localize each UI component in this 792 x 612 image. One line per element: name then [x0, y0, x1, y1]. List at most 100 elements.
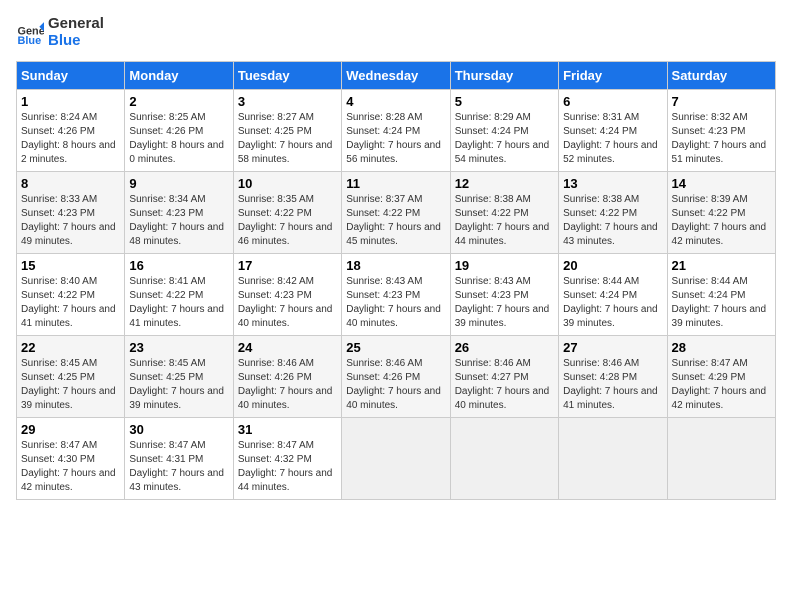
day-cell-19: 19 Sunrise: 8:43 AMSunset: 4:23 PMDayligh… — [450, 254, 558, 336]
header-sunday: Sunday — [17, 62, 125, 90]
day-cell-22: 22 Sunrise: 8:45 AMSunset: 4:25 PMDayligh… — [17, 336, 125, 418]
calendar-week-4: 22 Sunrise: 8:45 AMSunset: 4:25 PMDayligh… — [17, 336, 776, 418]
day-cell-3: 3Sunrise: 8:27 AMSunset: 4:25 PMDaylight… — [233, 90, 341, 172]
day-cell-29: 29Sunrise: 8:47 AMSunset: 4:30 PMDayligh… — [17, 418, 125, 500]
day-number: 4 — [346, 94, 445, 109]
empty-cell — [342, 418, 450, 500]
calendar-header-row: SundayMondayTuesdayWednesdayThursdayFrid… — [17, 62, 776, 90]
day-info: Sunrise: 8:25 AMSunset: 4:26 PMDaylight:… — [129, 111, 228, 167]
day-info: Sunrise: 8:46 AMSunset: 4:27 PMDaylight:… — [455, 357, 554, 413]
day-number: 13 — [563, 176, 662, 191]
day-number: 30 — [129, 422, 228, 437]
day-cell-6: 6 Sunrise: 8:31 AMSunset: 4:24 PMDaylight… — [559, 90, 667, 172]
day-info: Sunrise: 8:35 AMSunset: 4:22 PMDaylight:… — [238, 193, 337, 249]
logo: General Blue General Blue — [16, 16, 104, 49]
page-header: General Blue General Blue — [16, 16, 776, 49]
day-cell-20: 20Sunrise: 8:44 AMSunset: 4:24 PMDayligh… — [559, 254, 667, 336]
day-number: 24 — [238, 340, 337, 355]
day-number: 25 — [346, 340, 445, 355]
day-number: 31 — [238, 422, 337, 437]
day-info: Sunrise: 8:47 AMSunset: 4:29 PMDaylight:… — [672, 357, 771, 413]
empty-cell — [450, 418, 558, 500]
day-info: Sunrise: 8:37 AMSunset: 4:22 PMDaylight:… — [346, 193, 445, 249]
header-thursday: Thursday — [450, 62, 558, 90]
header-saturday: Saturday — [667, 62, 775, 90]
day-number: 20 — [563, 258, 662, 273]
day-info: Sunrise: 8:43 AMSunset: 4:23 PMDaylight:… — [455, 275, 554, 331]
header-tuesday: Tuesday — [233, 62, 341, 90]
day-info: Sunrise: 8:29 AMSunset: 4:24 PMDaylight:… — [455, 111, 554, 167]
day-cell-26: 26 Sunrise: 8:46 AMSunset: 4:27 PMDayligh… — [450, 336, 558, 418]
day-cell-30: 30Sunrise: 8:47 AMSunset: 4:31 PMDayligh… — [125, 418, 233, 500]
day-info: Sunrise: 8:47 AMSunset: 4:30 PMDaylight:… — [21, 439, 120, 495]
day-info: Sunrise: 8:31 AMSunset: 4:24 PMDaylight:… — [563, 111, 662, 167]
day-cell-15: 15 Sunrise: 8:40 AMSunset: 4:22 PMDayligh… — [17, 254, 125, 336]
day-number: 1 — [21, 94, 120, 109]
day-info: Sunrise: 8:45 AMSunset: 4:25 PMDaylight:… — [21, 357, 120, 413]
logo-blue: Blue — [48, 33, 104, 50]
logo-general: General — [48, 16, 104, 33]
day-info: Sunrise: 8:46 AMSunset: 4:26 PMDaylight:… — [238, 357, 337, 413]
day-cell-13: 13 Sunrise: 8:38 AMSunset: 4:22 PMDayligh… — [559, 172, 667, 254]
day-info: Sunrise: 8:46 AMSunset: 4:28 PMDaylight:… — [563, 357, 662, 413]
day-number: 9 — [129, 176, 228, 191]
day-info: Sunrise: 8:38 AMSunset: 4:22 PMDaylight:… — [455, 193, 554, 249]
day-number: 16 — [129, 258, 228, 273]
header-friday: Friday — [559, 62, 667, 90]
day-cell-24: 24 Sunrise: 8:46 AMSunset: 4:26 PMDayligh… — [233, 336, 341, 418]
day-number: 17 — [238, 258, 337, 273]
day-number: 28 — [672, 340, 771, 355]
day-info: Sunrise: 8:45 AMSunset: 4:25 PMDaylight:… — [129, 357, 228, 413]
day-info: Sunrise: 8:33 AMSunset: 4:23 PMDaylight:… — [21, 193, 120, 249]
day-info: Sunrise: 8:46 AMSunset: 4:26 PMDaylight:… — [346, 357, 445, 413]
empty-cell — [667, 418, 775, 500]
day-info: Sunrise: 8:38 AMSunset: 4:22 PMDaylight:… — [563, 193, 662, 249]
day-info: Sunrise: 8:43 AMSunset: 4:23 PMDaylight:… — [346, 275, 445, 331]
day-info: Sunrise: 8:42 AMSunset: 4:23 PMDaylight:… — [238, 275, 337, 331]
day-number: 23 — [129, 340, 228, 355]
day-info: Sunrise: 8:24 AMSunset: 4:26 PMDaylight:… — [21, 111, 120, 167]
day-cell-10: 10Sunrise: 8:35 AMSunset: 4:22 PMDayligh… — [233, 172, 341, 254]
logo-icon: General Blue — [16, 19, 44, 47]
day-info: Sunrise: 8:41 AMSunset: 4:22 PMDaylight:… — [129, 275, 228, 331]
day-cell-11: 11Sunrise: 8:37 AMSunset: 4:22 PMDayligh… — [342, 172, 450, 254]
day-info: Sunrise: 8:40 AMSunset: 4:22 PMDaylight:… — [21, 275, 120, 331]
day-cell-17: 17 Sunrise: 8:42 AMSunset: 4:23 PMDayligh… — [233, 254, 341, 336]
calendar-week-3: 15 Sunrise: 8:40 AMSunset: 4:22 PMDayligh… — [17, 254, 776, 336]
day-cell-25: 25 Sunrise: 8:46 AMSunset: 4:26 PMDayligh… — [342, 336, 450, 418]
day-cell-7: 7 Sunrise: 8:32 AMSunset: 4:23 PMDaylight… — [667, 90, 775, 172]
day-number: 8 — [21, 176, 120, 191]
day-number: 19 — [455, 258, 554, 273]
day-number: 12 — [455, 176, 554, 191]
day-cell-14: 14Sunrise: 8:39 AMSunset: 4:22 PMDayligh… — [667, 172, 775, 254]
day-cell-9: 9Sunrise: 8:34 AMSunset: 4:23 PMDaylight… — [125, 172, 233, 254]
calendar-week-2: 8 Sunrise: 8:33 AMSunset: 4:23 PMDaylight… — [17, 172, 776, 254]
day-info: Sunrise: 8:44 AMSunset: 4:24 PMDaylight:… — [672, 275, 771, 331]
day-info: Sunrise: 8:47 AMSunset: 4:32 PMDaylight:… — [238, 439, 337, 495]
day-number: 7 — [672, 94, 771, 109]
day-number: 18 — [346, 258, 445, 273]
day-cell-16: 16 Sunrise: 8:41 AMSunset: 4:22 PMDayligh… — [125, 254, 233, 336]
day-number: 15 — [21, 258, 120, 273]
day-info: Sunrise: 8:32 AMSunset: 4:23 PMDaylight:… — [672, 111, 771, 167]
calendar-week-1: 1 Sunrise: 8:24 AMSunset: 4:26 PMDaylight… — [17, 90, 776, 172]
day-info: Sunrise: 8:39 AMSunset: 4:22 PMDaylight:… — [672, 193, 771, 249]
header-monday: Monday — [125, 62, 233, 90]
calendar-table: SundayMondayTuesdayWednesdayThursdayFrid… — [16, 61, 776, 500]
day-cell-23: 23 Sunrise: 8:45 AMSunset: 4:25 PMDayligh… — [125, 336, 233, 418]
day-info: Sunrise: 8:28 AMSunset: 4:24 PMDaylight:… — [346, 111, 445, 167]
header-wednesday: Wednesday — [342, 62, 450, 90]
day-cell-18: 18 Sunrise: 8:43 AMSunset: 4:23 PMDayligh… — [342, 254, 450, 336]
day-cell-31: 31 Sunrise: 8:47 AMSunset: 4:32 PMDayligh… — [233, 418, 341, 500]
day-number: 5 — [455, 94, 554, 109]
day-number: 22 — [21, 340, 120, 355]
day-number: 6 — [563, 94, 662, 109]
day-cell-21: 21Sunrise: 8:44 AMSunset: 4:24 PMDayligh… — [667, 254, 775, 336]
day-cell-1: 1 Sunrise: 8:24 AMSunset: 4:26 PMDaylight… — [17, 90, 125, 172]
day-number: 2 — [129, 94, 228, 109]
day-cell-12: 12 Sunrise: 8:38 AMSunset: 4:22 PMDayligh… — [450, 172, 558, 254]
day-info: Sunrise: 8:27 AMSunset: 4:25 PMDaylight:… — [238, 111, 337, 167]
calendar-body: 1 Sunrise: 8:24 AMSunset: 4:26 PMDaylight… — [17, 90, 776, 500]
day-cell-4: 4 Sunrise: 8:28 AMSunset: 4:24 PMDaylight… — [342, 90, 450, 172]
day-number: 26 — [455, 340, 554, 355]
